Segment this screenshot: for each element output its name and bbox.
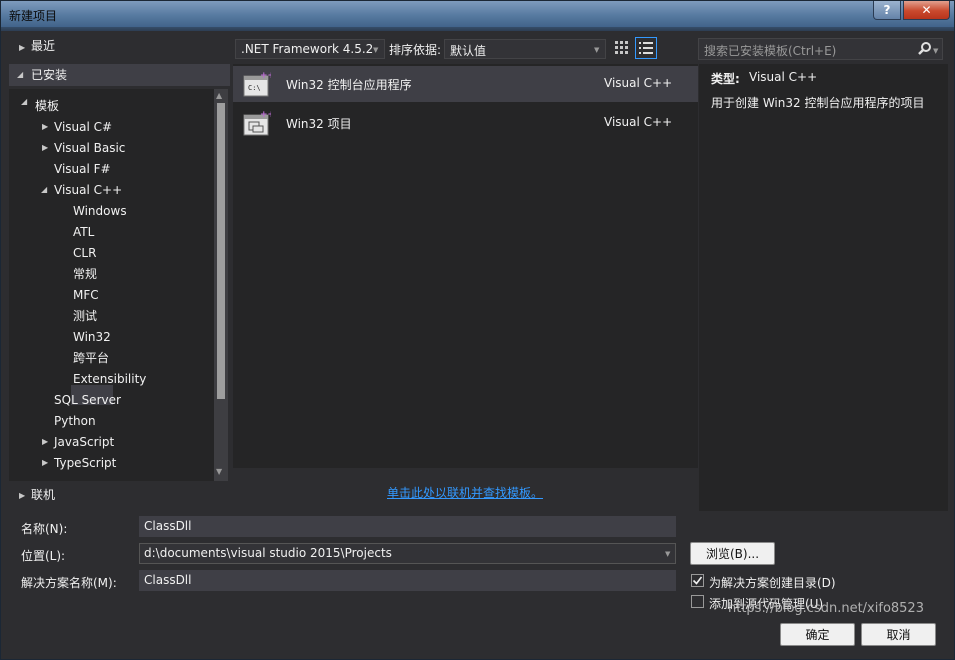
list-item[interactable]: C:\ ++ Win32 控制台应用程序 Visual C++ [233, 66, 698, 102]
chevron-down-icon[interactable]: ▼ [665, 550, 670, 558]
tree-item-python[interactable]: Python [54, 411, 96, 431]
name-value: ClassDll [144, 519, 192, 533]
name-label: 名称(N): [21, 522, 68, 536]
search-icon[interactable] [917, 41, 933, 60]
sort-value: 默认值 [450, 44, 487, 58]
help-button[interactable]: ? [873, 1, 901, 20]
tree-item-atl[interactable]: ATL [73, 222, 94, 242]
framework-value: .NET Framework 4.5.2 [241, 42, 374, 56]
checkmark-icon [692, 576, 703, 585]
tree-recent[interactable]: 最近 [31, 36, 55, 56]
template-tree: ◢ 模板 ▶ Visual C# ▶ Visual Basic Visual F… [9, 89, 214, 481]
scroll-up-icon[interactable]: ▲ [216, 91, 222, 100]
location-value: d:\documents\visual studio 2015\Projects [144, 546, 392, 560]
window-title: 新建项目 [9, 9, 58, 23]
tree-item-general[interactable]: 常规 [73, 264, 97, 284]
create-directory-label[interactable]: 为解决方案创建目录(D) [709, 574, 836, 591]
console-app-icon: C:\ ++ [243, 70, 275, 98]
expand-arrow-icon[interactable]: ▶ [19, 43, 25, 52]
sort-label: 排序依据: [389, 43, 442, 57]
svg-text:++: ++ [260, 110, 271, 120]
search-input[interactable]: 搜索已安装模板(Ctrl+E) ▼ [698, 38, 943, 60]
tree-item-extensibility[interactable]: Extensibility [73, 369, 146, 389]
tree-item-clr[interactable]: CLR [73, 243, 96, 263]
name-field[interactable]: ClassDll [139, 516, 676, 537]
template-name: Win32 控制台应用程序 [286, 78, 412, 92]
framework-select[interactable]: .NET Framework 4.5.2 ▼ [235, 39, 385, 59]
source-control-checkbox[interactable] [691, 595, 704, 608]
tree-item-mfc[interactable]: MFC [73, 285, 99, 305]
tree-templates[interactable]: 模板 [35, 96, 59, 116]
description-text: 用于创建 Win32 控制台应用程序的项目 [711, 96, 925, 110]
tree-item-visual-fsharp[interactable]: Visual F# [54, 159, 111, 179]
chevron-down-icon[interactable]: ▼ [933, 47, 938, 55]
collapse-arrow-icon[interactable]: ◢ [17, 70, 23, 79]
tree-item-javascript[interactable]: JavaScript [54, 432, 114, 452]
location-field[interactable]: d:\documents\visual studio 2015\Projects… [139, 543, 676, 564]
ok-button[interactable]: 确定 [780, 623, 855, 646]
template-name: Win32 项目 [286, 117, 352, 131]
template-language: Visual C++ [604, 115, 673, 129]
tree-item-cross-platform[interactable]: 跨平台 [73, 348, 109, 368]
solution-name-field[interactable]: ClassDll [139, 570, 676, 591]
new-project-dialog: 新建项目 ? ✕ ▶ 最近 ◢ 已安装 ◢ 模板 ▶ Visual C# ▶ V… [0, 0, 955, 660]
browse-button[interactable]: 浏览(B)... [690, 542, 775, 565]
expand-arrow-icon[interactable]: ▶ [42, 458, 48, 467]
project-form: 名称(N): ClassDll 位置(L): d:\documents\visu… [9, 515, 948, 653]
scrollbar-thumb[interactable] [217, 103, 225, 399]
type-value: Visual C++ [749, 70, 818, 84]
dialog-client: ▶ 最近 ◢ 已安装 ◢ 模板 ▶ Visual C# ▶ Visual Bas… [9, 31, 948, 653]
tree-installed[interactable]: 已安装 [31, 65, 67, 85]
watermark: https://blog.csdn.net/xifo8523 [728, 601, 924, 616]
category-panel: ▶ 最近 ◢ 已安装 ◢ 模板 ▶ Visual C# ▶ Visual Bas… [9, 31, 230, 511]
sort-select[interactable]: 默认值 ▼ [444, 39, 606, 59]
template-list: C:\ ++ Win32 控制台应用程序 Visual C++ ++ [233, 64, 698, 468]
expand-arrow-icon[interactable]: ▶ [42, 437, 48, 446]
tree-item-windows[interactable]: Windows [73, 201, 127, 221]
svg-text:C:\: C:\ [248, 84, 261, 92]
search-placeholder: 搜索已安装模板(Ctrl+E) [704, 44, 837, 58]
tree-online[interactable]: 联机 [31, 485, 55, 505]
solution-name-label: 解决方案名称(M): [21, 576, 117, 590]
list-item[interactable]: ++ Win32 项目 Visual C++ [233, 105, 698, 141]
chevron-down-icon: ▼ [373, 46, 379, 54]
cancel-button[interactable]: 取消 [861, 623, 936, 646]
tree-item-typescript[interactable]: TypeScript [54, 453, 116, 473]
create-directory-checkbox[interactable] [691, 574, 704, 587]
tree-item-sql-server[interactable]: SQL Server [54, 390, 121, 410]
tree-item-visual-cpp[interactable]: Visual C++ [54, 180, 122, 200]
list-view-icon[interactable] [635, 37, 657, 59]
expand-arrow-icon[interactable]: ▶ [19, 491, 25, 500]
collapse-arrow-icon[interactable]: ◢ [41, 185, 47, 194]
template-language: Visual C++ [604, 76, 673, 90]
win32-project-icon: ++ [243, 109, 275, 137]
collapse-arrow-icon[interactable]: ◢ [21, 97, 27, 106]
grid-view-icon[interactable] [612, 38, 632, 58]
expand-arrow-icon[interactable]: ▶ [42, 122, 48, 131]
online-search-link[interactable]: 单击此处以联机并查找模板。 [387, 484, 543, 501]
tree-scrollbar[interactable]: ▲ ▼ [214, 89, 228, 481]
close-button[interactable]: ✕ [903, 1, 950, 20]
solution-name-value: ClassDll [144, 573, 192, 587]
tree-installed-row[interactable]: ◢ 已安装 [9, 64, 230, 86]
tree-item-win32[interactable]: Win32 [73, 327, 111, 347]
tree-item-test[interactable]: 测试 [73, 306, 97, 326]
chevron-down-icon: ▼ [594, 46, 600, 54]
tree-item-visual-csharp[interactable]: Visual C# [54, 117, 112, 137]
svg-text:++: ++ [260, 71, 271, 81]
scroll-down-icon[interactable]: ▼ [216, 467, 222, 476]
location-label: 位置(L): [21, 549, 66, 563]
template-description: 类型: Visual C++ 用于创建 Win32 控制台应用程序的项目 [699, 64, 948, 511]
expand-arrow-icon[interactable]: ▶ [42, 143, 48, 152]
type-label: 类型: [711, 72, 740, 86]
tree-item-visual-basic[interactable]: Visual Basic [54, 138, 125, 158]
title-bar[interactable]: 新建项目 ? ✕ [1, 1, 954, 27]
